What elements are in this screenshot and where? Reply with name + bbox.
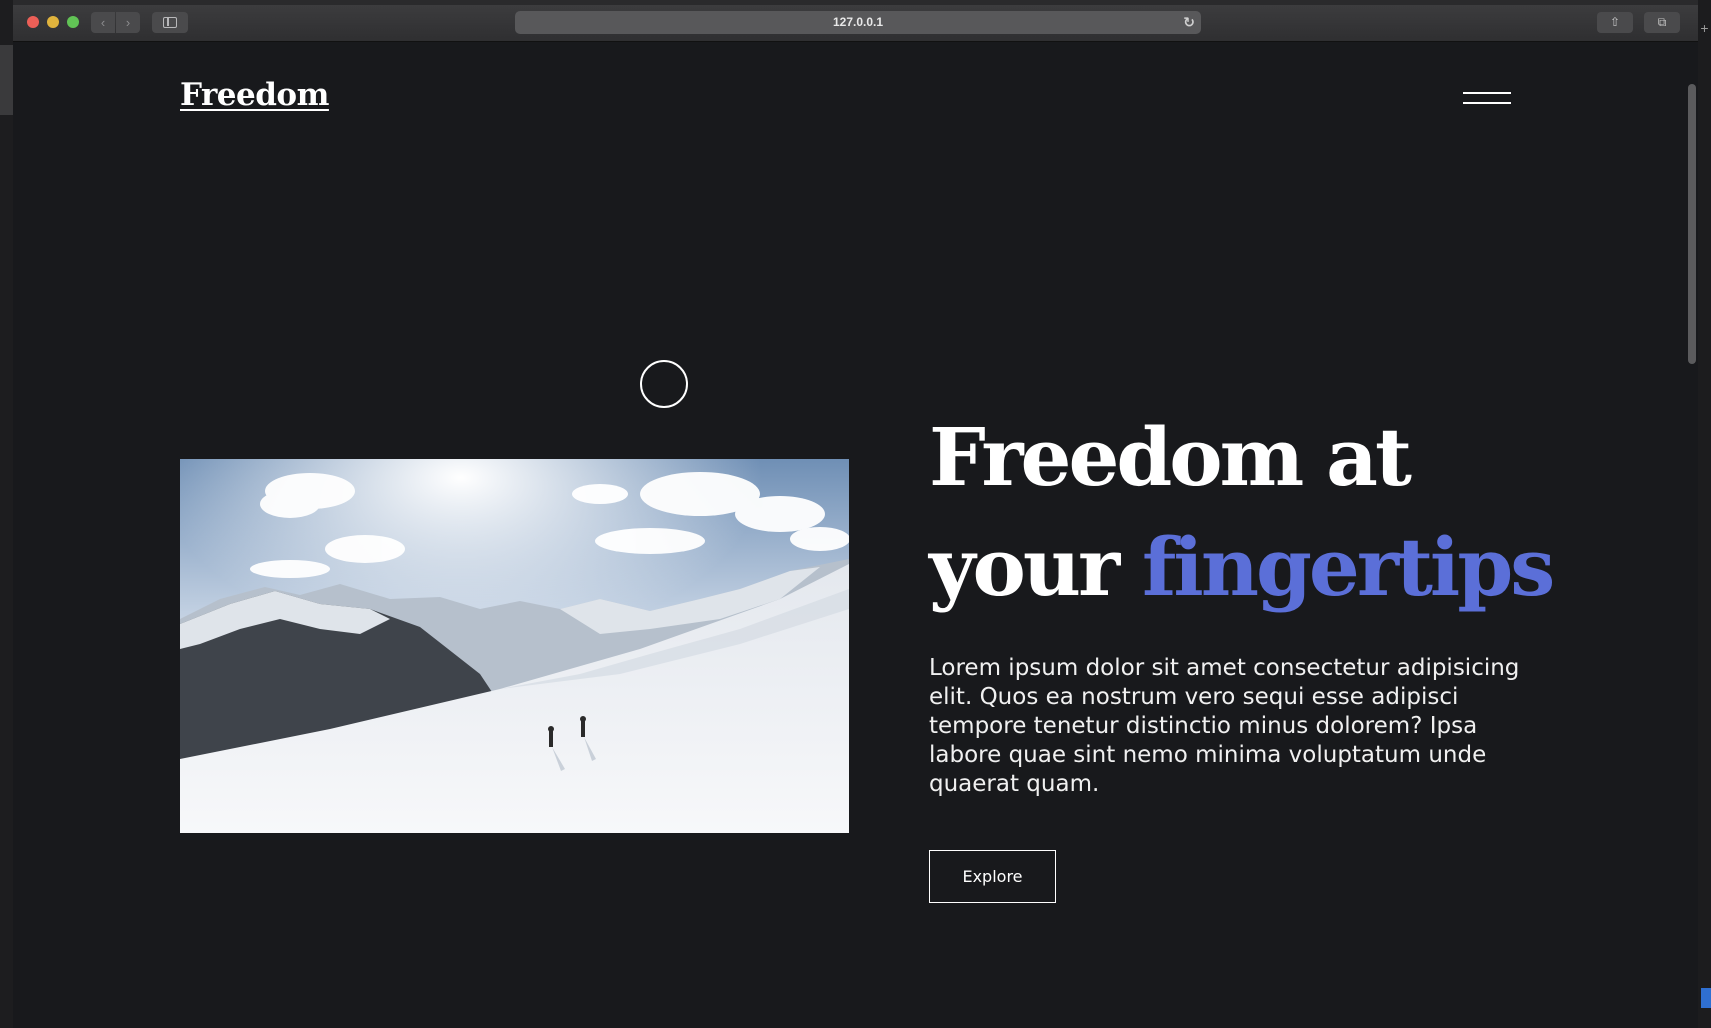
browser-toolbar: ‹ › 127.0.0.1 ↻ ⇧ ⧉ bbox=[13, 5, 1698, 42]
address-bar[interactable]: 127.0.0.1 ↻ bbox=[515, 11, 1201, 34]
chevron-left-icon[interactable]: ‹ bbox=[91, 12, 115, 33]
snowy-mountain-hikers-image bbox=[180, 459, 849, 833]
close-window-button[interactable] bbox=[27, 16, 39, 28]
tabs-icon[interactable]: ⧉ bbox=[1644, 12, 1680, 33]
sidebar-icon bbox=[163, 17, 177, 28]
site-logo[interactable]: Freedom bbox=[180, 77, 329, 113]
share-icon[interactable]: ⇧ bbox=[1597, 12, 1633, 33]
custom-cursor-circle bbox=[640, 360, 688, 408]
hero-description: Lorem ipsum dolor sit amet consectetur a… bbox=[929, 655, 1520, 797]
desktop-block bbox=[0, 45, 13, 115]
chevron-right-icon[interactable]: › bbox=[116, 12, 140, 33]
browser-window: ‹ › 127.0.0.1 ↻ ⇧ ⧉ Freedom Freedom at y… bbox=[13, 5, 1698, 1028]
reload-icon[interactable]: ↻ bbox=[1183, 11, 1195, 34]
hamburger-menu-icon[interactable] bbox=[1463, 90, 1511, 106]
explore-button[interactable]: Explore bbox=[929, 850, 1056, 903]
headline-line-2: your bbox=[929, 520, 1143, 614]
right-desktop-strip: + bbox=[1698, 0, 1711, 1028]
url-text: 127.0.0.1 bbox=[832, 15, 884, 29]
left-desktop-strip bbox=[0, 0, 13, 1028]
plus-icon[interactable]: + bbox=[1698, 20, 1711, 37]
hero-headline: Freedom at your fingertips bbox=[929, 402, 1569, 622]
page-viewport: Freedom Freedom at your fingertips Lorem… bbox=[13, 42, 1696, 1028]
hamburger-line bbox=[1463, 92, 1511, 94]
hamburger-line bbox=[1463, 102, 1511, 104]
headline-line-1: Freedom at bbox=[929, 410, 1412, 504]
minimize-window-button[interactable] bbox=[47, 16, 59, 28]
sidebar-toggle-button[interactable] bbox=[152, 12, 188, 33]
desktop-blue-block bbox=[1701, 988, 1711, 1008]
zoom-window-button[interactable] bbox=[67, 16, 79, 28]
headline-accent-word: fingertips bbox=[1142, 520, 1555, 614]
page-scrollbar[interactable] bbox=[1688, 84, 1696, 364]
